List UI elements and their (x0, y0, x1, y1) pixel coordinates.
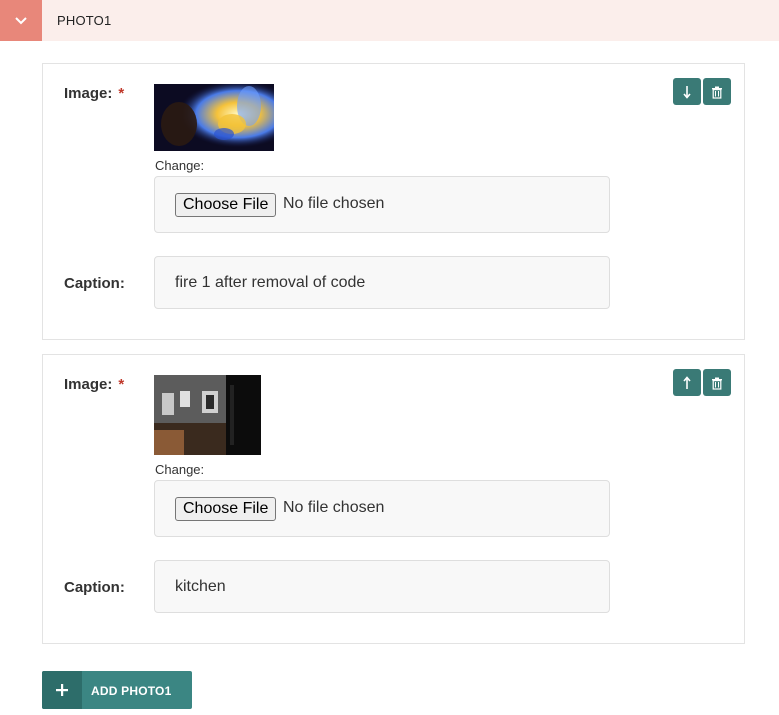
plus-icon (56, 684, 68, 696)
image-thumbnail[interactable] (154, 84, 274, 151)
file-status-text: No file chosen (283, 499, 385, 516)
arrow-down-icon (683, 85, 691, 99)
caption-input[interactable] (175, 272, 575, 294)
move-down-button[interactable] (673, 78, 701, 105)
change-label: Change: (155, 462, 205, 477)
file-input-field: Choose File No file chosen (154, 480, 610, 537)
choose-file-button[interactable]: Choose File (175, 497, 277, 521)
trash-icon (712, 86, 722, 99)
section-title: PHOTO1 (57, 13, 112, 28)
trash-icon (712, 377, 722, 390)
photo-inline-formset: PHOTO1 Image: * Change: Choose File No f… (0, 0, 779, 715)
kitchen-photo (154, 375, 261, 455)
add-photo-label: ADD PHOTO1 (91, 684, 172, 698)
caption-field (154, 560, 610, 613)
chevron-down-icon (15, 16, 27, 24)
image-label: Image: * (64, 376, 125, 393)
photo-card: Image: * Change: Choose File No file chos… (42, 354, 745, 644)
fire-photo (154, 84, 274, 151)
caption-input[interactable] (175, 576, 575, 598)
image-label: Image: * (64, 85, 125, 102)
caption-field (154, 256, 610, 309)
required-mark: * (118, 376, 125, 393)
file-input-field: Choose File No file chosen (154, 176, 610, 233)
caption-label: Caption: (64, 275, 125, 292)
change-label: Change: (155, 158, 205, 173)
photo-card: Image: * Change: Choose File No file cho… (42, 63, 745, 340)
move-up-button[interactable] (673, 369, 701, 396)
add-photo-button[interactable]: ADD PHOTO1 (42, 671, 192, 709)
collapse-toggle-button[interactable] (0, 0, 42, 41)
caption-label: Caption: (64, 579, 125, 596)
image-thumbnail[interactable] (154, 375, 261, 455)
delete-button[interactable] (703, 369, 731, 396)
delete-button[interactable] (703, 78, 731, 105)
file-status-text: No file chosen (283, 195, 385, 212)
choose-file-button[interactable]: Choose File (175, 193, 277, 217)
arrow-up-icon (683, 375, 691, 389)
add-plus-segment (42, 671, 82, 709)
section-header: PHOTO1 (0, 0, 779, 41)
required-mark: * (118, 85, 125, 102)
